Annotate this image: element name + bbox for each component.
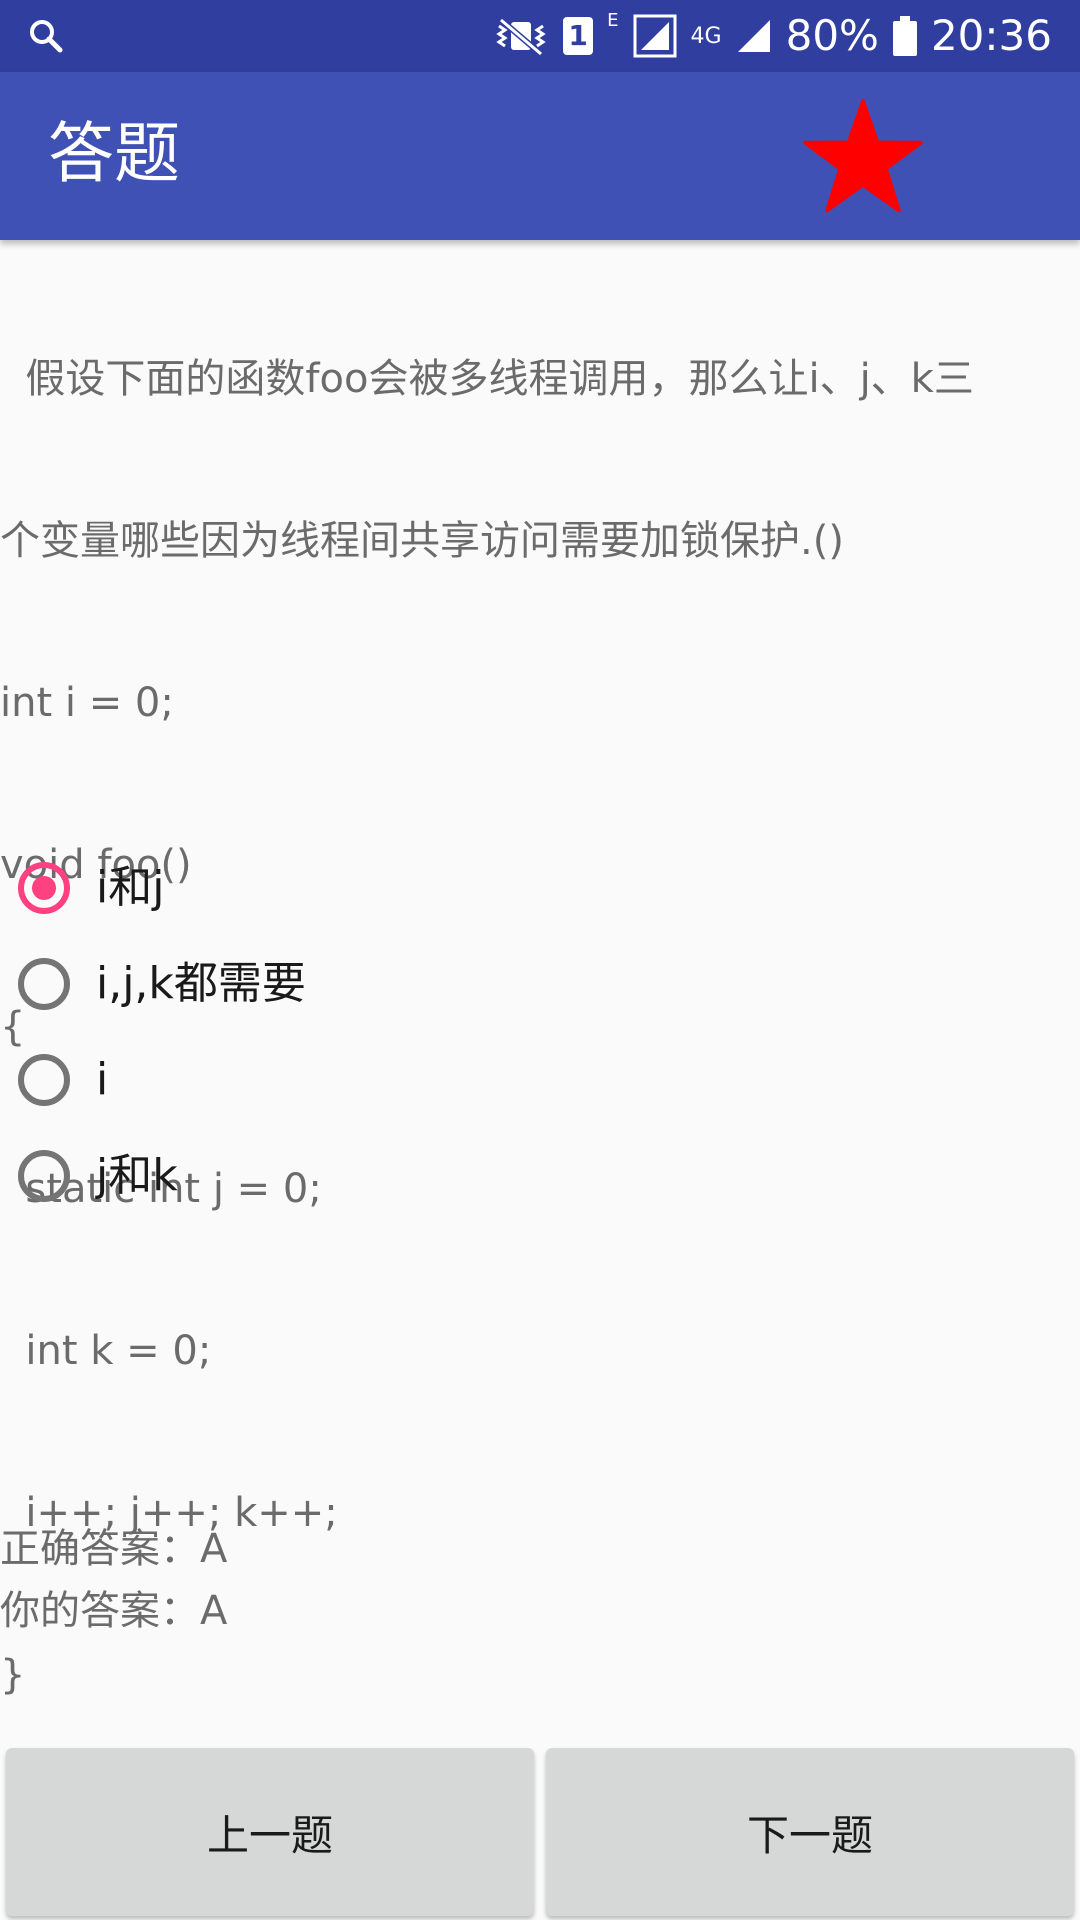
option-label: i,j,k都需要 xyxy=(96,958,306,1009)
sim-slot-number: 1 xyxy=(568,19,588,52)
your-answer: 你的答案：A xyxy=(0,1588,228,1634)
signal-icon xyxy=(633,14,677,58)
next-question-button[interactable]: 下一题 xyxy=(546,1748,1074,1916)
radio-button[interactable] xyxy=(18,1054,70,1106)
page-title: 答题 xyxy=(48,115,180,192)
radio-button[interactable] xyxy=(18,958,70,1010)
option-c[interactable]: i xyxy=(0,1032,1080,1128)
question-line: int k = 0; xyxy=(0,1328,212,1374)
signal-4g-icon xyxy=(737,20,770,52)
app-bar: 答题 xyxy=(0,72,1080,240)
option-b[interactable]: i,j,k都需要 xyxy=(0,936,1080,1032)
option-label: i xyxy=(96,1054,109,1105)
star-icon[interactable] xyxy=(800,96,926,218)
battery-icon xyxy=(892,16,917,56)
battery-percent: 80% xyxy=(785,11,879,60)
option-label: i和j xyxy=(96,862,165,913)
question-line: 假设下面的函数foo会被多线程调用，那么让i、j、k三 xyxy=(0,356,974,402)
status-bar: 1 E 4G 80% 20:36 xyxy=(0,0,1080,72)
correct-answer: 正确答案：A xyxy=(0,1526,228,1572)
question-line: int i = 0; xyxy=(0,680,174,726)
radio-button[interactable] xyxy=(18,862,70,914)
answer-summary: 正确答案：A 你的答案：A xyxy=(0,1518,1080,1642)
mute-vibrate-icon xyxy=(496,17,546,56)
clock: 20:36 xyxy=(930,11,1052,60)
answer-options: i和j i,j,k都需要 i j和k xyxy=(0,840,1080,1224)
question-line: 个变量哪些因为线程间共享访问需要加锁保护.() xyxy=(0,518,844,564)
option-label: j和k xyxy=(96,1150,178,1201)
sim-icon: 1 xyxy=(563,17,594,55)
network-type-4g: 4G xyxy=(690,23,722,49)
previous-question-button[interactable]: 上一题 xyxy=(6,1748,534,1916)
network-type-e: E xyxy=(607,10,619,31)
option-a[interactable]: i和j xyxy=(0,840,1080,936)
option-d[interactable]: j和k xyxy=(0,1128,1080,1224)
radio-button[interactable] xyxy=(18,1150,70,1202)
search-icon[interactable] xyxy=(26,16,66,56)
question-line: } xyxy=(0,1652,26,1698)
